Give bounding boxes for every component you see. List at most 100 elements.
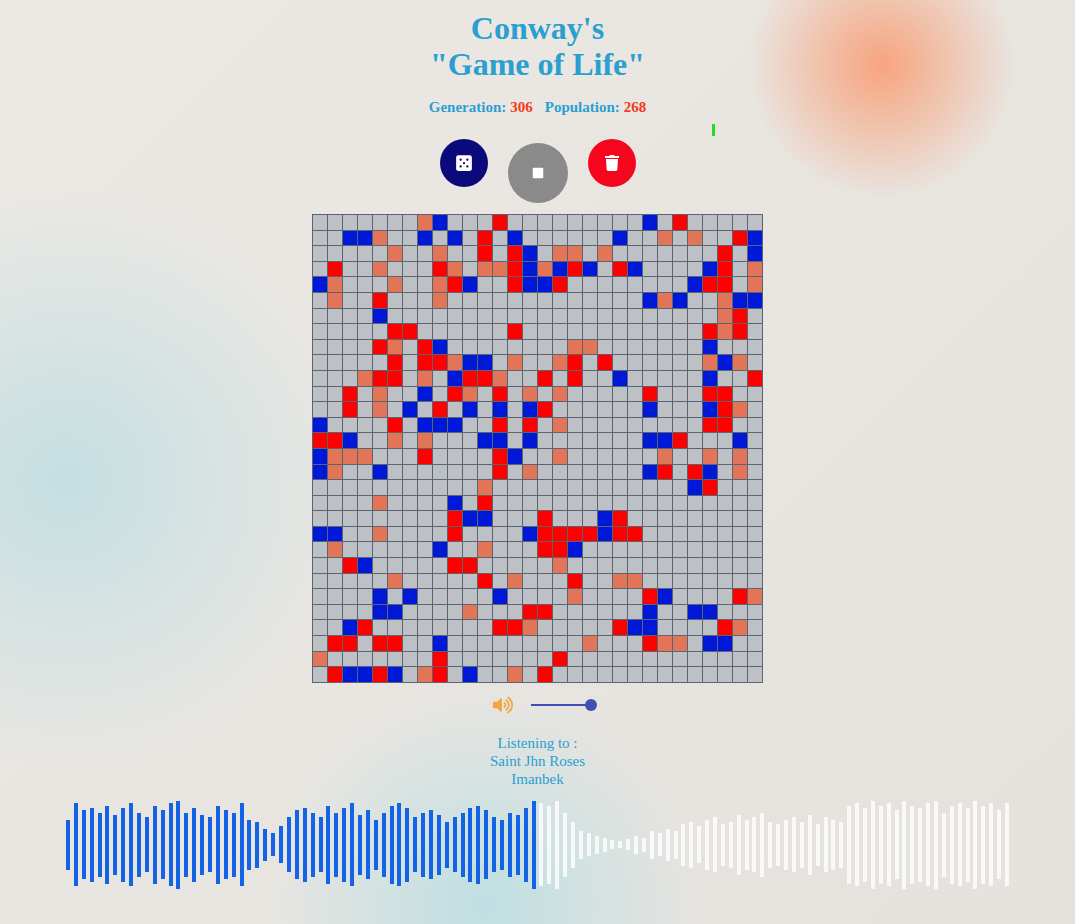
grid-cell[interactable] [718,246,732,261]
grid-cell[interactable] [598,262,612,277]
grid-cell[interactable] [463,620,477,635]
grid-cell[interactable] [388,246,402,261]
grid-cell[interactable] [448,652,462,667]
grid-cell[interactable] [643,262,657,277]
grid-cell[interactable] [538,340,552,355]
grid-cell[interactable] [358,527,372,542]
grid-cell[interactable] [673,231,687,246]
grid-cell[interactable] [568,246,582,261]
grid-cell[interactable] [703,480,717,495]
grid-cell[interactable] [418,558,432,573]
grid-cell[interactable] [538,355,552,370]
grid-cell[interactable] [628,340,642,355]
grid-cell[interactable] [583,496,597,511]
grid-cell[interactable] [463,387,477,402]
grid-cell[interactable] [433,246,447,261]
grid-cell[interactable] [313,605,327,620]
grid-cell[interactable] [403,309,417,324]
grid-cell[interactable] [673,542,687,557]
grid-cell[interactable] [673,215,687,230]
grid-cell[interactable] [658,340,672,355]
grid-cell[interactable] [478,558,492,573]
grid-cell[interactable] [403,652,417,667]
grid-cell[interactable] [703,293,717,308]
grid-cell[interactable] [418,355,432,370]
grid-cell[interactable] [448,215,462,230]
grid-cell[interactable] [478,340,492,355]
grid-cell[interactable] [553,387,567,402]
grid-cell[interactable] [448,293,462,308]
grid-cell[interactable] [448,262,462,277]
grid-cell[interactable] [388,387,402,402]
grid-cell[interactable] [673,605,687,620]
grid-cell[interactable] [373,620,387,635]
grid-cell[interactable] [538,511,552,526]
grid-cell[interactable] [433,620,447,635]
grid-cell[interactable] [598,636,612,651]
grid-cell[interactable] [448,309,462,324]
grid-cell[interactable] [358,605,372,620]
grid-cell[interactable] [388,340,402,355]
grid-cell[interactable] [343,558,357,573]
grid-cell[interactable] [493,511,507,526]
grid-cell[interactable] [598,496,612,511]
grid-cell[interactable] [748,667,762,682]
grid-cell[interactable] [688,355,702,370]
grid-cell[interactable] [643,433,657,448]
grid-cell[interactable] [598,558,612,573]
grid-cell[interactable] [328,449,342,464]
grid-cell[interactable] [523,309,537,324]
grid-cell[interactable] [388,605,402,620]
grid-cell[interactable] [343,542,357,557]
grid-cell[interactable] [418,418,432,433]
grid-cell[interactable] [328,246,342,261]
grid-cell[interactable] [478,387,492,402]
grid-cell[interactable] [508,542,522,557]
grid-cell[interactable] [523,371,537,386]
grid-cell[interactable] [658,667,672,682]
grid-cell[interactable] [553,340,567,355]
grid-cell[interactable] [373,277,387,292]
grid-cell[interactable] [568,558,582,573]
grid-cell[interactable] [418,496,432,511]
grid-cell[interactable] [328,418,342,433]
grid-cell[interactable] [553,402,567,417]
volume-knob[interactable] [585,699,597,711]
grid-cell[interactable] [553,496,567,511]
grid-cell[interactable] [478,574,492,589]
grid-cell[interactable] [448,449,462,464]
grid-cell[interactable] [313,480,327,495]
grid-cell[interactable] [538,465,552,480]
grid-cell[interactable] [403,589,417,604]
grid-cell[interactable] [463,402,477,417]
grid-cell[interactable] [508,496,522,511]
grid-cell[interactable] [658,652,672,667]
grid-cell[interactable] [523,231,537,246]
grid-cell[interactable] [478,465,492,480]
grid-cell[interactable] [433,465,447,480]
grid-cell[interactable] [343,324,357,339]
grid-cell[interactable] [553,277,567,292]
grid-cell[interactable] [568,620,582,635]
grid-cell[interactable] [553,355,567,370]
grid-cell[interactable] [643,620,657,635]
grid-cell[interactable] [583,636,597,651]
grid-cell[interactable] [628,371,642,386]
grid-cell[interactable] [658,231,672,246]
grid-cell[interactable] [688,246,702,261]
grid-cell[interactable] [733,636,747,651]
grid-cell[interactable] [673,277,687,292]
grid-cell[interactable] [388,293,402,308]
grid-cell[interactable] [523,387,537,402]
grid-cell[interactable] [373,231,387,246]
grid-cell[interactable] [463,309,477,324]
grid-cell[interactable] [703,465,717,480]
grid-cell[interactable] [418,652,432,667]
grid-cell[interactable] [568,371,582,386]
grid-cell[interactable] [313,433,327,448]
grid-cell[interactable] [358,355,372,370]
grid-cell[interactable] [553,293,567,308]
grid-cell[interactable] [358,589,372,604]
grid-cell[interactable] [703,277,717,292]
grid-cell[interactable] [388,262,402,277]
